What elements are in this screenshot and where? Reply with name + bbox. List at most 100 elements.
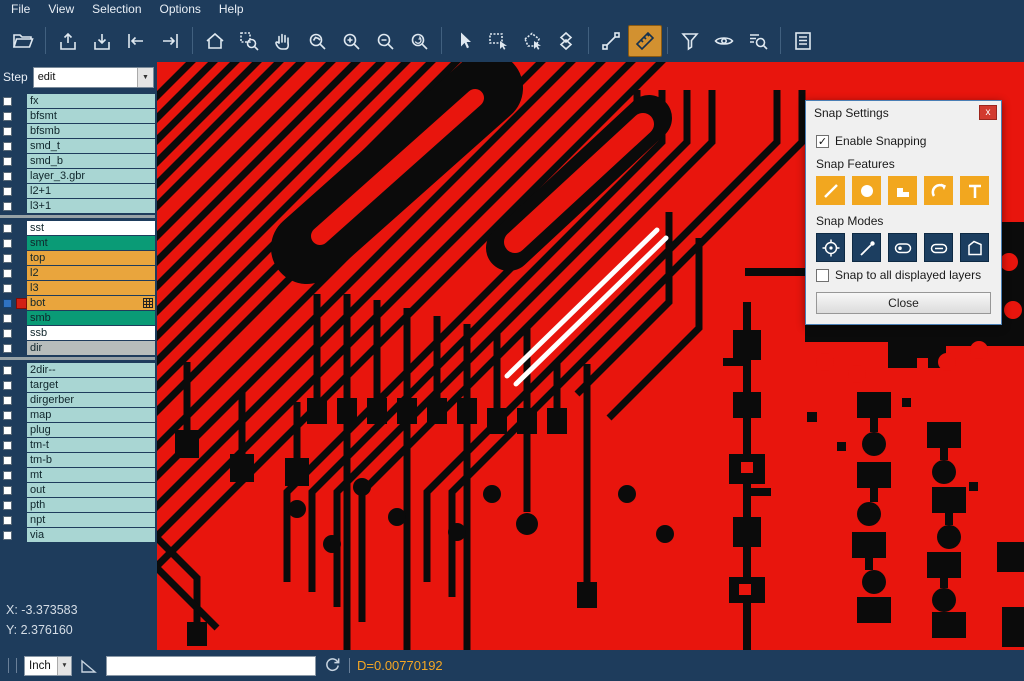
layer-row-plug[interactable]: plug — [0, 423, 157, 437]
menu-file[interactable]: File — [2, 0, 39, 19]
layer-label[interactable]: smb — [27, 311, 155, 325]
snap-all-layers-checkbox[interactable] — [816, 269, 829, 282]
import-left-button[interactable] — [119, 25, 153, 57]
chevron-down-icon[interactable]: ▼ — [57, 657, 71, 675]
layer-label[interactable]: 2dir-- — [27, 363, 155, 377]
layer-label[interactable]: dirgerber — [27, 393, 155, 407]
layer-visibility-checkbox[interactable] — [3, 314, 12, 323]
layer-label[interactable]: tm-t — [27, 438, 155, 452]
close-icon[interactable]: x — [979, 105, 997, 120]
snap-slot-button[interactable] — [924, 233, 953, 262]
layer-label[interactable]: plug — [27, 423, 155, 437]
grid-icon[interactable] — [143, 298, 153, 308]
layer-visibility-checkbox[interactable] — [3, 142, 12, 151]
layer-row-ssb[interactable]: ssb — [0, 326, 157, 340]
layer-row-smd_b[interactable]: smd_b — [0, 154, 157, 168]
step-dropdown[interactable]: edit ▼ — [33, 67, 154, 88]
layer-row-bot[interactable]: bot — [0, 296, 157, 310]
layer-label[interactable]: fx — [27, 94, 155, 108]
export-top-button[interactable] — [51, 25, 85, 57]
layer-visibility-checkbox[interactable] — [3, 456, 12, 465]
layer-active-indicator[interactable] — [14, 468, 27, 482]
select-same-button[interactable] — [549, 25, 583, 57]
layer-visibility-checkbox[interactable] — [3, 329, 12, 338]
layer-visibility-checkbox[interactable] — [3, 187, 12, 196]
refresh-icon[interactable] — [323, 656, 342, 675]
layer-visibility-checkbox[interactable] — [3, 97, 12, 106]
layer-active-indicator[interactable] — [14, 393, 27, 407]
zoom-reset-button[interactable] — [402, 25, 436, 57]
filter-button[interactable] — [673, 25, 707, 57]
snap-endpoint-button[interactable] — [852, 233, 881, 262]
import-bottom-button[interactable] — [85, 25, 119, 57]
layer-visibility-checkbox[interactable] — [3, 344, 12, 353]
layer-row-bfsmt[interactable]: bfsmt — [0, 109, 157, 123]
layer-label[interactable]: bfsmt — [27, 109, 155, 123]
select-cursor-button[interactable] — [447, 25, 481, 57]
menu-options[interactable]: Options — [151, 0, 210, 19]
dialog-titlebar[interactable]: Snap Settings x — [806, 101, 1001, 124]
layer-row-dirgerber[interactable]: dirgerber — [0, 393, 157, 407]
snap-close-button[interactable]: Close — [816, 292, 991, 314]
layer-active-indicator[interactable] — [14, 423, 27, 437]
layer-visibility-checkbox[interactable] — [3, 127, 12, 136]
layer-row-tm-t[interactable]: tm-t — [0, 438, 157, 452]
layer-visibility-checkbox[interactable] — [3, 501, 12, 510]
layer-visibility-checkbox[interactable] — [3, 411, 12, 420]
menu-view[interactable]: View — [39, 0, 83, 19]
layer-active-indicator[interactable] — [14, 266, 27, 280]
layer-visibility-checkbox[interactable] — [3, 426, 12, 435]
zoom-out-button[interactable] — [368, 25, 402, 57]
layer-active-indicator[interactable] — [14, 483, 27, 497]
pan-button[interactable] — [266, 25, 300, 57]
layer-label[interactable]: out — [27, 483, 155, 497]
select-polygon-button[interactable] — [515, 25, 549, 57]
layer-label[interactable]: map — [27, 408, 155, 422]
layer-active-indicator[interactable] — [14, 236, 27, 250]
layer-row-l2+1[interactable]: l2+1 — [0, 184, 157, 198]
layer-row-bfsmb[interactable]: bfsmb — [0, 124, 157, 138]
view-options-button[interactable] — [707, 25, 741, 57]
layer-row-target[interactable]: target — [0, 378, 157, 392]
layer-row-map[interactable]: map — [0, 408, 157, 422]
layer-visibility-checkbox[interactable] — [3, 396, 12, 405]
chevron-down-icon[interactable]: ▼ — [137, 68, 153, 87]
layer-active-indicator[interactable] — [14, 221, 27, 235]
layer-visibility-checkbox[interactable] — [3, 254, 12, 263]
layer-active-indicator[interactable] — [14, 296, 27, 310]
layer-active-indicator[interactable] — [14, 139, 27, 153]
layer-active-indicator[interactable] — [14, 281, 27, 295]
layer-active-indicator[interactable] — [14, 109, 27, 123]
layer-row-mt[interactable]: mt — [0, 468, 157, 482]
layer-label[interactable]: top — [27, 251, 155, 265]
enable-snapping-checkbox[interactable]: ✓ — [816, 135, 829, 148]
layer-label[interactable]: l2 — [27, 266, 155, 280]
layer-row-out[interactable]: out — [0, 483, 157, 497]
layer-active-indicator[interactable] — [14, 326, 27, 340]
snap-key-button[interactable] — [888, 233, 917, 262]
layer-visibility-checkbox[interactable] — [3, 486, 12, 495]
layer-row-smt[interactable]: smt — [0, 236, 157, 250]
layer-active-indicator[interactable] — [14, 408, 27, 422]
select-rectangle-button[interactable] — [481, 25, 515, 57]
layer-row-2dir--[interactable]: 2dir-- — [0, 363, 157, 377]
zoom-polygon-button[interactable] — [300, 25, 334, 57]
layer-visibility-checkbox[interactable] — [3, 366, 12, 375]
layer-label[interactable]: mt — [27, 468, 155, 482]
layer-row-dir[interactable]: dir — [0, 341, 157, 355]
report-button[interactable] — [786, 25, 820, 57]
layer-active-indicator[interactable] — [14, 251, 27, 265]
layer-visibility-checkbox[interactable] — [3, 202, 12, 211]
layer-visibility-checkbox[interactable] — [3, 284, 12, 293]
layer-active-indicator[interactable] — [14, 528, 27, 542]
layer-active-indicator[interactable] — [14, 438, 27, 452]
snap-text-button[interactable] — [960, 176, 989, 205]
layer-label[interactable]: smd_b — [27, 154, 155, 168]
layer-label[interactable]: smt — [27, 236, 155, 250]
layer-visibility-checkbox[interactable] — [3, 269, 12, 278]
snap-pad-button[interactable] — [888, 176, 917, 205]
menu-selection[interactable]: Selection — [83, 0, 150, 19]
layer-label[interactable]: target — [27, 378, 155, 392]
layer-active-indicator[interactable] — [14, 341, 27, 355]
layer-active-indicator[interactable] — [14, 453, 27, 467]
